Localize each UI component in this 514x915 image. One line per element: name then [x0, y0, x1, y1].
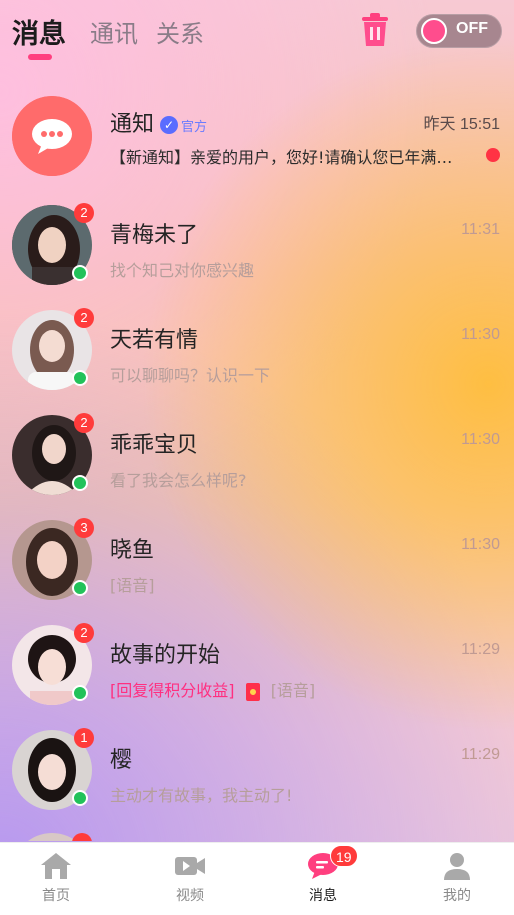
reward-highlight: [回复得积分收益]: [110, 681, 235, 700]
conversation-row[interactable]: 2 天若有情 11:30 可以聊聊吗？认识一下: [0, 296, 514, 401]
top-bar: 消息 通讯 关系 OFF: [0, 0, 514, 80]
nav-video[interactable]: 视频: [150, 851, 230, 905]
unread-badge: [72, 833, 92, 841]
verified-icon: ✓: [160, 116, 179, 134]
contact-name: 故事的开始: [110, 643, 221, 668]
conversation-row[interactable]: 2 故事的开始 11:29 [回复得积分收益] [语音]: [0, 611, 514, 716]
message-preview: 找个知己对你感兴趣: [110, 261, 255, 280]
unread-badge: 2: [74, 203, 94, 223]
message-preview: 看了我会怎么样呢?: [110, 471, 247, 490]
bottom-nav: 首页 视频 19 消息 我的: [0, 842, 514, 915]
nav-messages-label: 消息: [309, 888, 337, 904]
home-icon: [39, 851, 73, 881]
unread-badge: 2: [74, 623, 94, 643]
unread-dot: [486, 148, 500, 162]
nav-video-label: 视频: [176, 888, 204, 904]
red-envelope-icon: [245, 682, 260, 701]
avatar[interactable]: 2: [12, 623, 94, 705]
message-time: 11:30: [461, 536, 500, 553]
tab-relations[interactable]: 关系: [156, 14, 204, 49]
nav-profile[interactable]: 我的: [417, 851, 497, 905]
tab-messages[interactable]: 消息: [12, 12, 66, 51]
online-indicator: [72, 370, 88, 386]
contact-name: 青梅未了: [110, 223, 199, 248]
notification-avatar: [12, 96, 92, 176]
message-time: 11:29: [461, 641, 500, 658]
conversation-row[interactable]: 1 樱 11:29 主动才有故事，我主动了!: [0, 716, 514, 821]
message-time: 11:30: [461, 431, 500, 448]
toggle-label: OFF: [456, 20, 488, 37]
unread-badge: 2: [74, 413, 94, 433]
avatar[interactable]: 2: [12, 308, 94, 390]
message-time: 11:30: [461, 326, 500, 343]
profile-icon: [440, 851, 474, 881]
online-indicator: [72, 580, 88, 596]
message-time: 11:31: [461, 221, 500, 238]
notification-message: 【新通知】亲爱的用户，您好!请确认您已年满…: [110, 148, 453, 167]
official-label: 官方: [181, 119, 208, 135]
unread-badge: 2: [74, 308, 94, 328]
notification-time: 昨天 15:51: [423, 116, 501, 133]
contact-name: 晓鱼: [110, 538, 155, 563]
message-preview: 可以聊聊吗？认识一下: [110, 366, 271, 385]
trash-icon[interactable]: [358, 12, 392, 48]
unread-badge: 3: [74, 518, 94, 538]
voice-label: [语音]: [270, 681, 316, 700]
notification-row[interactable]: 通知 ✓ 官方 昨天 15:51 【新通知】亲爱的用户，您好!请确认您已年满…: [0, 86, 514, 191]
online-indicator: [72, 265, 88, 281]
video-icon: [173, 851, 207, 881]
conversation-row-partial[interactable]: [0, 821, 514, 841]
conversation-row[interactable]: 2 青梅未了 11:31 找个知己对你感兴趣: [0, 191, 514, 296]
avatar[interactable]: 2: [12, 413, 94, 495]
nav-messages[interactable]: 19 消息: [283, 845, 363, 905]
notification-title: 通知: [110, 112, 155, 137]
message-preview: [语音]: [110, 576, 155, 595]
conversation-row[interactable]: 3 晓鱼 11:30 [语音]: [0, 506, 514, 611]
contact-name: 樱: [110, 748, 133, 773]
nav-unread-badge: 19: [330, 845, 358, 867]
nav-profile-label: 我的: [443, 888, 471, 904]
tab-contacts[interactable]: 通讯: [90, 14, 138, 49]
avatar[interactable]: 1: [12, 728, 94, 810]
chat-bubble-icon: [12, 96, 92, 176]
message-preview: [回复得积分收益] [语音]: [110, 677, 315, 701]
message-preview: 主动才有故事，我主动了!: [110, 786, 293, 805]
active-tab-indicator: [28, 54, 52, 60]
message-time: 11:29: [461, 746, 500, 763]
conversation-row[interactable]: 2 乖乖宝贝 11:30 看了我会怎么样呢?: [0, 401, 514, 506]
avatar[interactable]: 3: [12, 518, 94, 600]
contact-name: 乖乖宝贝: [110, 433, 199, 458]
online-indicator: [72, 790, 88, 806]
toggle-knob: [421, 18, 447, 44]
avatar[interactable]: 2: [12, 203, 94, 285]
unread-badge: 1: [74, 728, 94, 748]
notification-name: 通知 ✓ 官方: [110, 106, 207, 138]
nav-home-label: 首页: [42, 888, 70, 904]
nav-home[interactable]: 首页: [16, 851, 96, 905]
online-indicator: [72, 685, 88, 701]
contact-name: 天若有情: [110, 328, 199, 353]
message-icon: 19: [306, 845, 358, 881]
online-indicator: [72, 475, 88, 491]
toggle-switch[interactable]: OFF: [416, 14, 502, 48]
